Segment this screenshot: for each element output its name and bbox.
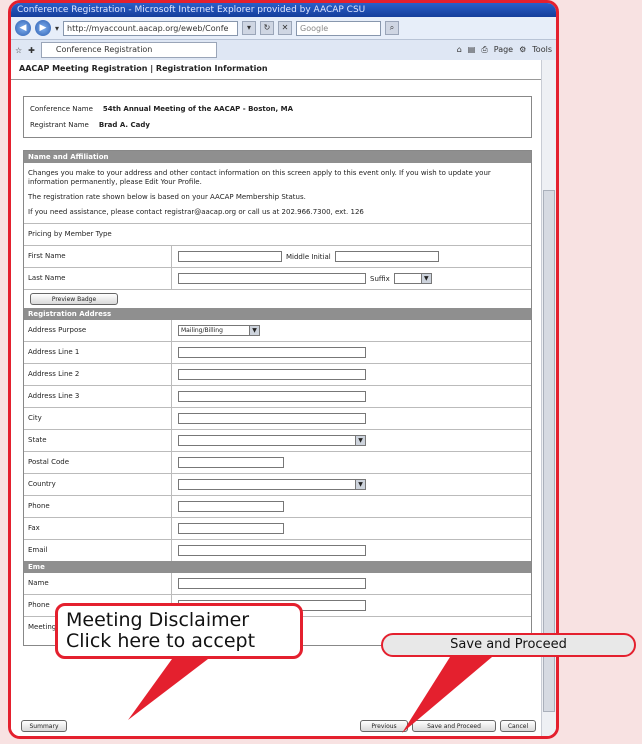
disclaimer-callout: Meeting Disclaimer Click here to accept (55, 603, 303, 659)
disclaimer-pointer (128, 659, 208, 720)
save-pointer (402, 657, 492, 733)
save-callout: Save and Proceed (381, 633, 636, 657)
